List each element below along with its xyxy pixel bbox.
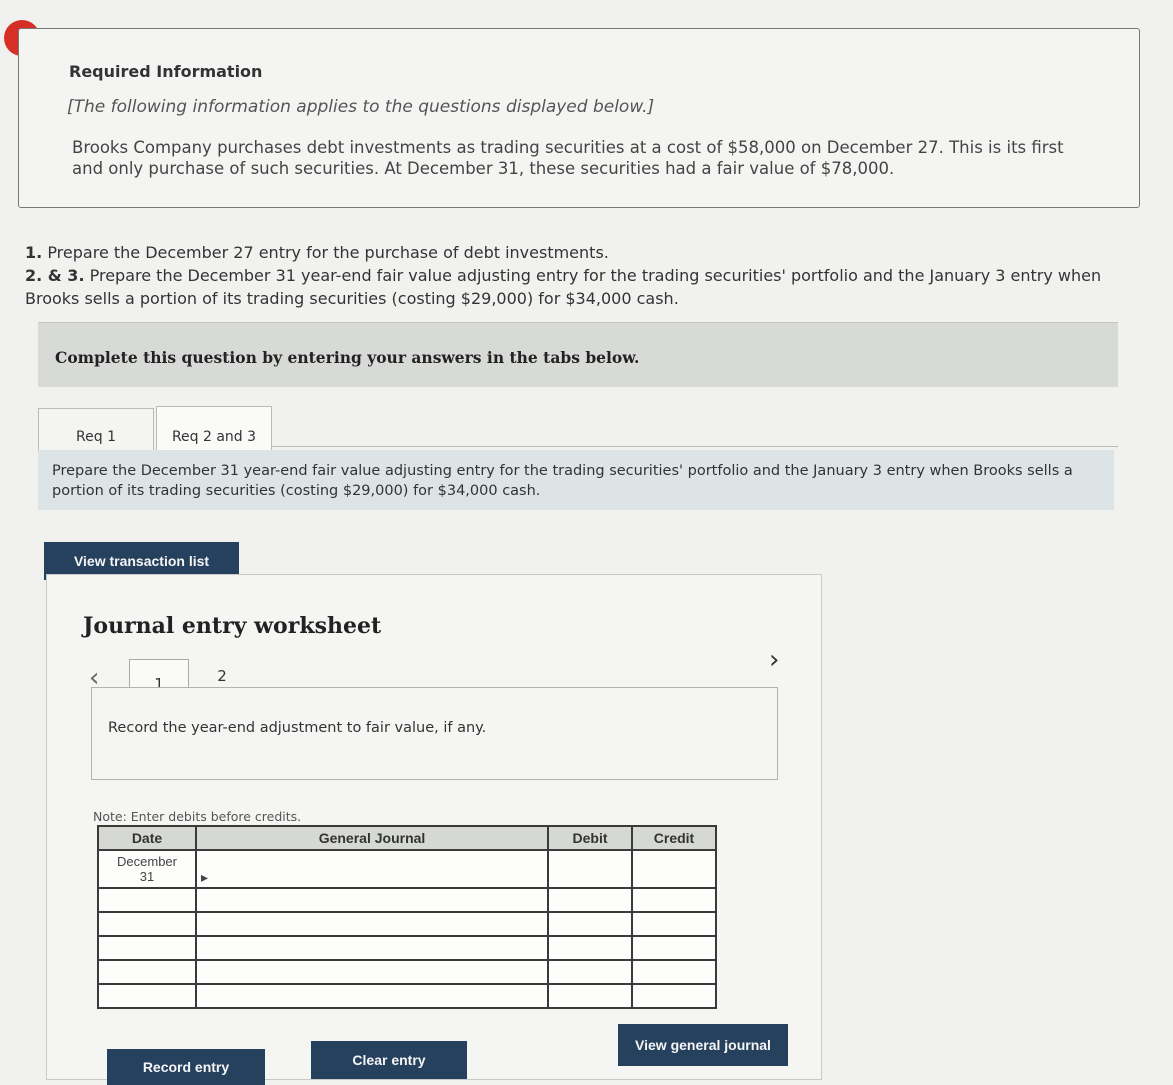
table-row: [97, 887, 717, 913]
question-list: 1. Prepare the December 27 entry for the…: [25, 241, 1135, 310]
date-cell[interactable]: [97, 887, 197, 913]
credit-input[interactable]: [631, 935, 717, 961]
tab-divider: [272, 446, 1118, 447]
account-select[interactable]: ▸: [195, 849, 549, 889]
date-cell[interactable]: [97, 935, 197, 961]
instructions-banner: Complete this question by entering your …: [38, 322, 1118, 387]
chevron-right-icon[interactable]: ›: [769, 645, 779, 675]
table-row: [97, 911, 717, 937]
worksheet-title: Journal entry worksheet: [83, 613, 382, 639]
entry-description-box: Record the year-end adjustment to fair v…: [91, 687, 778, 780]
debit-input[interactable]: [547, 911, 633, 937]
question-2-3-text: Prepare the December 31 year-end fair va…: [25, 266, 1102, 308]
table-row: [97, 935, 717, 961]
journal-entry-worksheet: Journal entry worksheet ‹ › 1 2 Record t…: [46, 574, 822, 1085]
question-1-text: Prepare the December 27 entry for the pu…: [47, 243, 609, 262]
entry-description: Record the year-end adjustment to fair v…: [108, 720, 487, 736]
instructions-text: Complete this question by entering your …: [55, 348, 640, 367]
question-2-3: 2. & 3. Prepare the December 31 year-end…: [25, 264, 1135, 310]
debit-input[interactable]: [547, 959, 633, 985]
info-title: Required Information: [69, 62, 263, 81]
date-day: 31: [139, 869, 155, 884]
question-1-number: 1.: [25, 243, 43, 262]
general-journal-table: Date General Journal Debit Credit Decemb…: [97, 825, 717, 1009]
required-information-panel: Required Information [The following info…: [18, 28, 1140, 208]
date-cell[interactable]: [97, 911, 197, 937]
date-month: December: [117, 854, 177, 869]
info-subtitle: [The following information applies to th…: [67, 97, 655, 117]
credit-input[interactable]: [631, 887, 717, 913]
date-cell[interactable]: [97, 959, 197, 985]
account-select[interactable]: [195, 959, 549, 985]
account-select[interactable]: [195, 983, 549, 1009]
table-row: December 31 ▸: [97, 849, 717, 889]
credit-input[interactable]: [631, 959, 717, 985]
account-select[interactable]: [195, 887, 549, 913]
credit-input[interactable]: [631, 849, 717, 889]
question-1: 1. Prepare the December 27 entry for the…: [25, 241, 1135, 264]
debit-input[interactable]: [547, 849, 633, 889]
dropdown-icon: ▸: [201, 869, 209, 885]
info-body: Brooks Company purchases debt investment…: [72, 138, 1064, 178]
account-select[interactable]: [195, 911, 549, 937]
date-cell[interactable]: December 31: [97, 849, 197, 889]
table-row: [97, 983, 717, 1009]
table-row: [97, 959, 717, 985]
journal-column-header: General Journal: [195, 825, 549, 851]
debit-column-header: Debit: [547, 825, 633, 851]
date-cell[interactable]: [97, 983, 197, 1009]
debits-note: Note: Enter debits before credits.: [93, 809, 302, 824]
debit-input[interactable]: [547, 983, 633, 1009]
credit-input[interactable]: [631, 911, 717, 937]
debit-input[interactable]: [547, 887, 633, 913]
credit-input[interactable]: [631, 983, 717, 1009]
view-general-journal-button[interactable]: View general journal: [618, 1024, 788, 1066]
question-2-3-number: 2. & 3.: [25, 266, 85, 285]
credit-column-header: Credit: [631, 825, 717, 851]
account-select[interactable]: [195, 935, 549, 961]
clear-entry-button[interactable]: Clear entry: [311, 1041, 467, 1079]
date-column-header: Date: [97, 825, 197, 851]
requirement-prompt: Prepare the December 31 year-end fair va…: [38, 450, 1114, 510]
debit-input[interactable]: [547, 935, 633, 961]
